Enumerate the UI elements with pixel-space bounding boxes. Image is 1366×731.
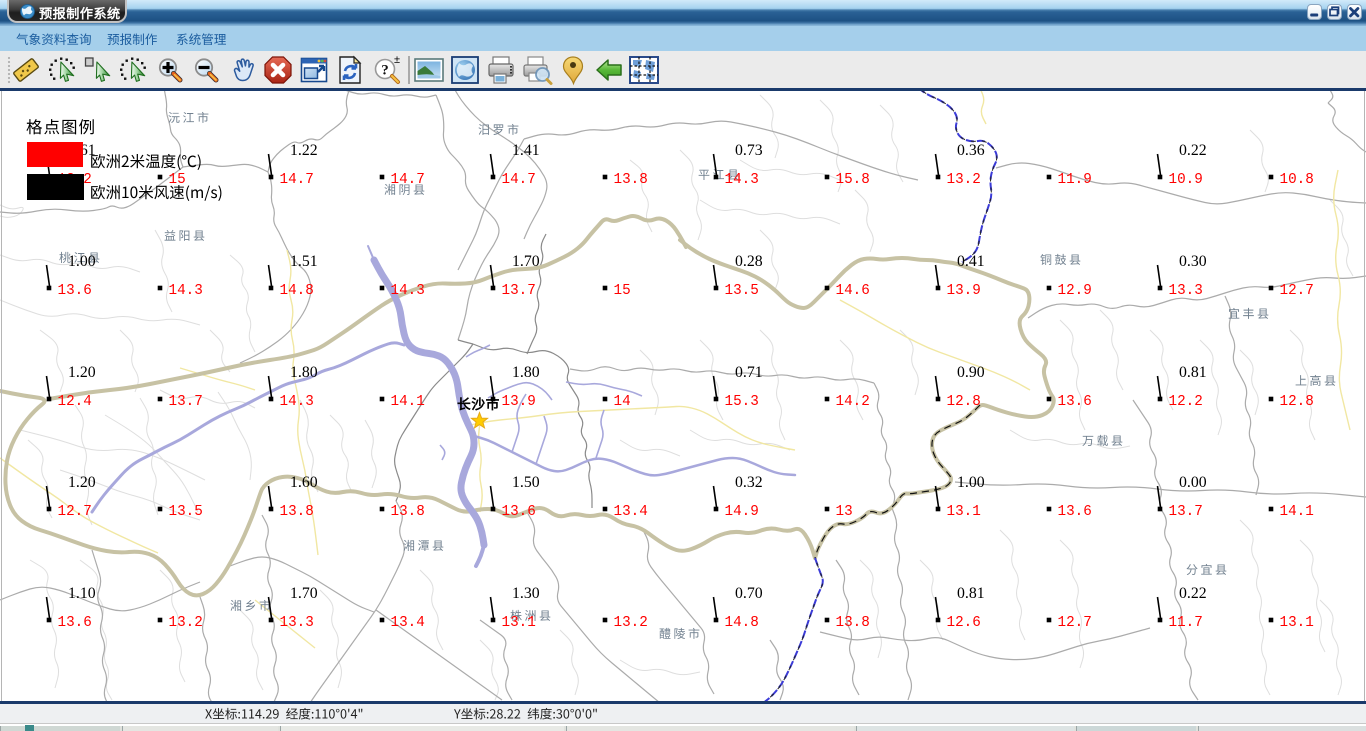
svg-text:12.6: 12.6 <box>947 615 981 631</box>
svg-text:±: ± <box>394 54 400 66</box>
svg-text:1.60: 1.60 <box>290 474 318 491</box>
svg-text:1.00: 1.00 <box>957 474 985 491</box>
svg-text:13.1: 13.1 <box>1280 615 1314 631</box>
svg-text:12.2: 12.2 <box>1169 394 1203 410</box>
svg-text:12.7: 12.7 <box>1058 615 1092 631</box>
svg-text:1.50: 1.50 <box>512 474 540 491</box>
svg-text:13.1: 13.1 <box>502 615 536 631</box>
svg-text:14.1: 14.1 <box>391 394 425 410</box>
svg-text:14: 14 <box>614 394 631 410</box>
svg-text:14.8: 14.8 <box>280 283 314 299</box>
svg-text:14.3: 14.3 <box>391 283 425 299</box>
svg-text:13.3: 13.3 <box>1169 283 1203 299</box>
svg-text:14.3: 14.3 <box>280 394 314 410</box>
svg-text:13.5: 13.5 <box>169 504 203 520</box>
svg-text:0.73: 0.73 <box>735 142 763 159</box>
svg-text:0.70: 0.70 <box>735 585 763 602</box>
svg-text:13.9: 13.9 <box>947 283 981 299</box>
svg-text:13.6: 13.6 <box>1058 504 1092 520</box>
svg-text:14.3: 14.3 <box>725 172 759 188</box>
svg-text:12.9: 12.9 <box>1058 283 1092 299</box>
svg-text:13.6: 13.6 <box>58 615 92 631</box>
svg-text:?: ? <box>381 63 389 79</box>
svg-text:0.32: 0.32 <box>735 474 763 491</box>
svg-text:13.2: 13.2 <box>169 615 203 631</box>
svg-text:13.7: 13.7 <box>502 283 536 299</box>
svg-text:1.41: 1.41 <box>512 142 540 159</box>
svg-text:12.7: 12.7 <box>1280 283 1314 299</box>
svg-text:0.22: 0.22 <box>1179 142 1207 159</box>
svg-text:13.8: 13.8 <box>280 504 314 520</box>
svg-text:14.9: 14.9 <box>725 504 759 520</box>
svg-text:13.1: 13.1 <box>947 504 981 520</box>
svg-text:1.00: 1.00 <box>68 253 96 270</box>
svg-text:13.6: 13.6 <box>502 504 536 520</box>
svg-text:14.1: 14.1 <box>1280 504 1314 520</box>
svg-text:0.90: 0.90 <box>957 364 985 381</box>
svg-text:13.4: 13.4 <box>614 504 648 520</box>
svg-text:13.4: 13.4 <box>391 615 425 631</box>
svg-text:1.70: 1.70 <box>512 253 540 270</box>
svg-text:14.2: 14.2 <box>836 394 870 410</box>
svg-text:13.2: 13.2 <box>614 615 648 631</box>
svg-text:13.7: 13.7 <box>169 394 203 410</box>
svg-text:11.9: 11.9 <box>1058 172 1092 188</box>
svg-text:13.7: 13.7 <box>1169 504 1203 520</box>
svg-text:1.10: 1.10 <box>68 585 96 602</box>
svg-text:13.5: 13.5 <box>725 283 759 299</box>
svg-text:15.3: 15.3 <box>725 394 759 410</box>
svg-text:0.00: 0.00 <box>1179 474 1207 491</box>
svg-text:13.8: 13.8 <box>391 504 425 520</box>
svg-text:0.30: 0.30 <box>1179 253 1207 270</box>
svg-text:13.8: 13.8 <box>836 615 870 631</box>
svg-text:15: 15 <box>614 283 631 299</box>
svg-text:1.22: 1.22 <box>290 142 318 159</box>
svg-text:14.7: 14.7 <box>391 172 425 188</box>
svg-text:1.80: 1.80 <box>290 364 318 381</box>
svg-text:0.41: 0.41 <box>957 253 985 270</box>
svg-text:13.8: 13.8 <box>614 172 648 188</box>
svg-text:0.36: 0.36 <box>957 142 985 159</box>
svg-text:0.22: 0.22 <box>1179 585 1207 602</box>
svg-text:1.80: 1.80 <box>512 364 540 381</box>
svg-text:13: 13 <box>836 504 853 520</box>
svg-text:13.2: 13.2 <box>947 172 981 188</box>
svg-text:15: 15 <box>169 172 186 188</box>
svg-text:14.7: 14.7 <box>280 172 314 188</box>
svg-text:12.4: 12.4 <box>58 394 92 410</box>
svg-text:11.7: 11.7 <box>1169 615 1203 631</box>
svg-text:13.9: 13.9 <box>502 394 536 410</box>
svg-text:14.3: 14.3 <box>169 283 203 299</box>
svg-text:12.7: 12.7 <box>58 504 92 520</box>
svg-text:0.28: 0.28 <box>735 253 763 270</box>
svg-text:12.8: 12.8 <box>947 394 981 410</box>
svg-text:0.81: 0.81 <box>957 585 985 602</box>
svg-text:10.9: 10.9 <box>1169 172 1203 188</box>
svg-text:1.20: 1.20 <box>68 474 96 491</box>
svg-text:1.30: 1.30 <box>512 585 540 602</box>
svg-text:14.7: 14.7 <box>502 172 536 188</box>
svg-text:14.8: 14.8 <box>725 615 759 631</box>
svg-text:0.81: 0.81 <box>1179 364 1207 381</box>
svg-text:1.20: 1.20 <box>68 364 96 381</box>
svg-text:13.6: 13.6 <box>1058 394 1092 410</box>
svg-text:1.51: 1.51 <box>290 253 318 270</box>
svg-text:10.8: 10.8 <box>1280 172 1314 188</box>
svg-text:13.6: 13.6 <box>58 283 92 299</box>
svg-text:13.3: 13.3 <box>280 615 314 631</box>
svg-text:12.8: 12.8 <box>1280 394 1314 410</box>
svg-text:15.8: 15.8 <box>836 172 870 188</box>
svg-text:0.71: 0.71 <box>735 364 763 381</box>
svg-text:14.6: 14.6 <box>836 283 870 299</box>
svg-text:1.70: 1.70 <box>290 585 318 602</box>
